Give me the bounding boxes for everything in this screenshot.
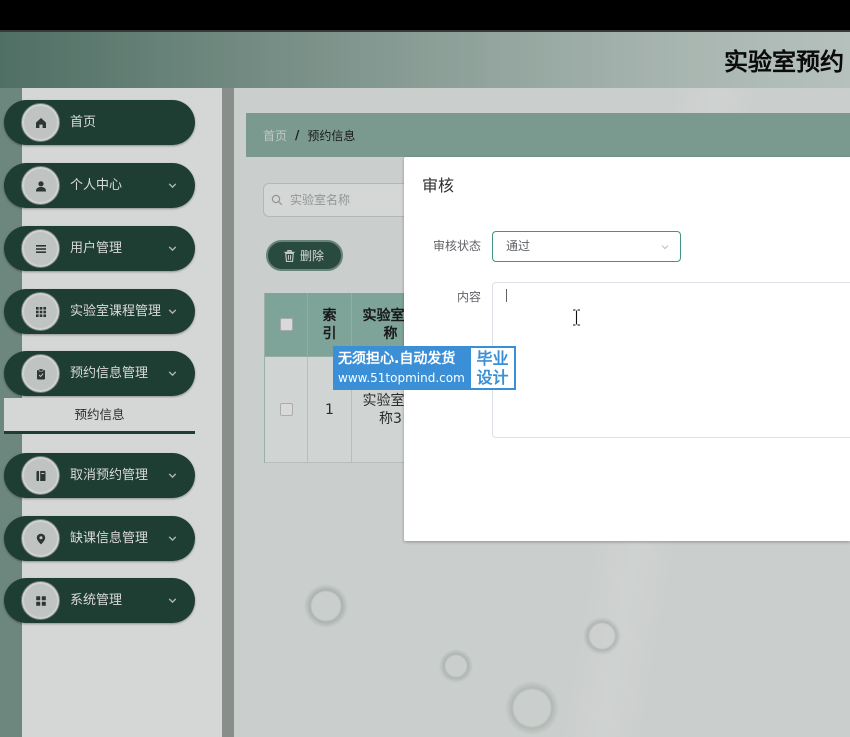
text-cursor-icon xyxy=(573,309,580,326)
dialog-title: 审核 xyxy=(422,176,455,195)
watermark-banner: 无须担心.自动发货 www.51topmind.com 毕业 设计 xyxy=(333,346,516,390)
review-status-label: 审核状态 xyxy=(432,239,481,253)
review-status-value: 通过 xyxy=(506,239,531,253)
review-status-select[interactable]: 通过 xyxy=(492,231,681,262)
content-field-wrapper xyxy=(492,282,850,438)
text-caret xyxy=(506,289,507,302)
watermark-slogan: 无须担心.自动发货 xyxy=(338,351,456,367)
watermark-badge: 毕业 设计 xyxy=(469,346,516,390)
watermark-text-block: 无须担心.自动发货 www.51topmind.com xyxy=(333,346,469,390)
watermark-badge-line1: 毕业 xyxy=(476,349,509,368)
chevron-down-icon xyxy=(661,245,669,250)
content-textarea[interactable] xyxy=(492,282,850,438)
content-label: 内容 xyxy=(456,290,481,304)
watermark-url: www.51topmind.com xyxy=(338,371,465,385)
watermark-badge-line2: 设计 xyxy=(476,368,509,387)
